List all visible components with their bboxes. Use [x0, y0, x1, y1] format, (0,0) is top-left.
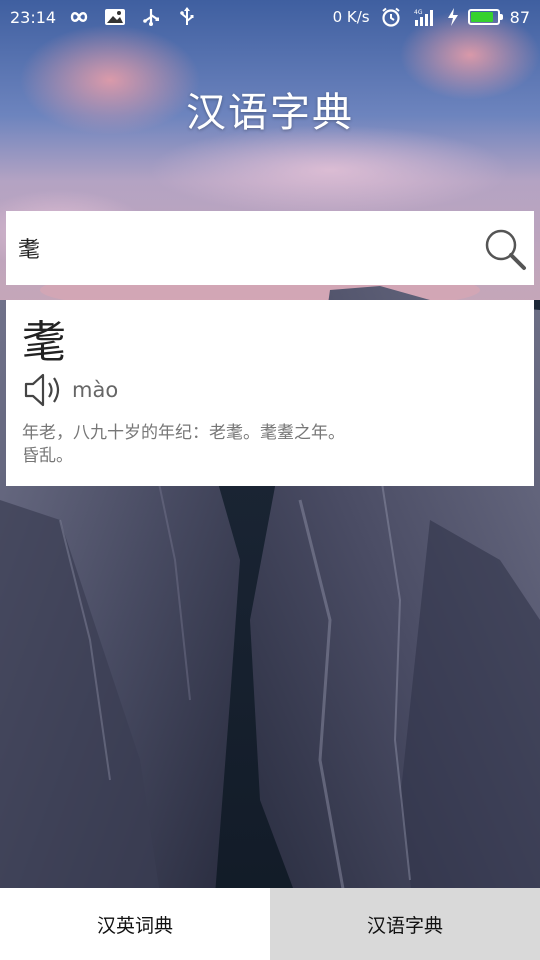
status-time: 23:14 [10, 7, 57, 27]
battery-percent: 87 [509, 7, 530, 27]
usb-debug-icon [174, 7, 200, 27]
search-icon [485, 229, 526, 270]
charging-icon [446, 7, 460, 27]
svg-text:4G: 4G [414, 9, 423, 16]
tab-chinese-dictionary[interactable]: 汉语字典 [270, 888, 540, 960]
definition-line: 年老，八九十岁的年纪：老耄。耄耋之年。 [22, 423, 345, 443]
definition-text: 年老，八九十岁的年纪：老耄。耄耋之年。 昏乱。 [22, 422, 345, 468]
app-screen: 23:14 0 K/s 4G 87 汉语字典 耄 耄 mào 年老，八九十岁的年… [0, 0, 540, 960]
speaker-icon[interactable] [22, 371, 64, 409]
pronunciation-row: mào [22, 370, 118, 410]
result-character: 耄 [22, 317, 66, 368]
page-title: 汉语字典 [186, 90, 354, 136]
search-button[interactable] [482, 226, 528, 272]
definition-line: 昏乱。 [22, 446, 73, 466]
usb-icon [138, 7, 164, 27]
status-bar: 23:14 0 K/s 4G 87 [0, 0, 540, 34]
pinyin-text: mào [72, 378, 119, 402]
alarm-icon [378, 7, 404, 27]
result-card: 耄 mào 年老，八九十岁的年纪：老耄。耄耋之年。 昏乱。 [6, 300, 534, 486]
search-bar [6, 211, 534, 285]
tab-chinese-english-dictionary[interactable]: 汉英词典 [0, 888, 270, 960]
bottom-tab-bar: 汉英词典 汉语字典 [0, 888, 540, 960]
battery-icon [467, 9, 503, 25]
infinity-icon [66, 7, 92, 27]
search-input[interactable] [18, 229, 468, 267]
image-notification-icon [102, 7, 128, 27]
battery-level-fill [470, 12, 493, 22]
network-speed: 0 K/s [332, 8, 370, 26]
signal-4g-icon: 4G [412, 7, 438, 27]
